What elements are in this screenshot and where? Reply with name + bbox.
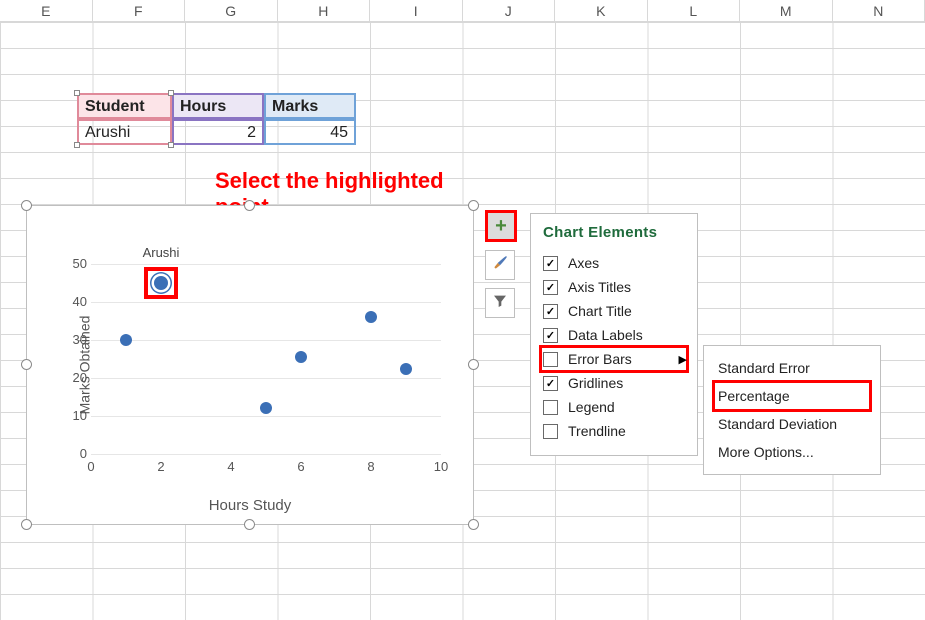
range-handle[interactable] [74, 90, 80, 96]
resize-handle[interactable] [244, 519, 255, 530]
chart-element-item[interactable]: Chart Title [543, 299, 687, 323]
chart-elements-button[interactable]: + [485, 210, 517, 242]
y-tick-label: 40 [61, 294, 87, 309]
cell-marks-header[interactable]: Marks [264, 93, 356, 119]
annotation-line1: Select the highlighted [215, 168, 444, 194]
gridline [91, 340, 441, 341]
x-tick-label: 8 [367, 459, 374, 474]
y-tick-label: 0 [61, 446, 87, 461]
checkbox[interactable] [543, 400, 558, 415]
chart-flyout-buttons: + [485, 210, 517, 326]
column-header-row: E F G H I J K L M N [0, 0, 925, 22]
submenu-arrow-icon[interactable]: ▶ [679, 353, 687, 366]
chart-element-item[interactable]: Axes [543, 251, 687, 275]
checkbox[interactable] [543, 424, 558, 439]
chart-object[interactable]: Marks Obtained Hours Study Arushi 010203… [26, 205, 474, 525]
gridline [91, 454, 441, 455]
col-header[interactable]: G [185, 0, 278, 22]
y-tick-label: 30 [61, 332, 87, 347]
data-point-selected[interactable] [154, 276, 168, 290]
range-handle[interactable] [168, 90, 174, 96]
item-label: Data Labels [568, 327, 643, 343]
x-tick-label: 6 [297, 459, 304, 474]
chart-element-item[interactable]: Gridlines [543, 371, 687, 395]
panel-title: Chart Elements [543, 224, 687, 241]
brush-icon [491, 254, 509, 277]
col-header[interactable]: F [93, 0, 186, 22]
resize-handle[interactable] [244, 200, 255, 211]
checkbox[interactable] [543, 304, 558, 319]
range-handle[interactable] [74, 142, 80, 148]
data-point[interactable] [400, 363, 412, 375]
resize-handle[interactable] [21, 519, 32, 530]
x-tick-label: 4 [227, 459, 234, 474]
data-point[interactable] [365, 311, 377, 323]
gridline [91, 416, 441, 417]
checkbox[interactable] [543, 376, 558, 391]
cell-marks-value[interactable]: 45 [264, 119, 356, 145]
submenu-item[interactable]: Percentage [714, 382, 870, 410]
chart-styles-button[interactable] [485, 250, 515, 280]
col-header[interactable]: N [833, 0, 925, 22]
resize-handle[interactable] [468, 200, 479, 211]
col-header[interactable]: E [0, 0, 93, 22]
y-tick-label: 10 [61, 408, 87, 423]
col-header[interactable]: M [740, 0, 833, 22]
funnel-icon [492, 293, 508, 314]
cell-hours-header[interactable]: Hours [172, 93, 264, 119]
gridline [91, 264, 441, 265]
checkbox[interactable] [543, 280, 558, 295]
cell-student-value[interactable]: Arushi [77, 119, 172, 145]
col-header[interactable]: I [370, 0, 463, 22]
x-tick-label: 0 [87, 459, 94, 474]
y-tick-label: 20 [61, 370, 87, 385]
checkbox[interactable] [543, 352, 558, 367]
plot-area[interactable]: Arushi 010203040500246810 [91, 264, 441, 454]
y-axis-title[interactable]: Marks Obtained [76, 316, 92, 415]
item-label: Legend [568, 399, 615, 415]
cell-student-header[interactable]: Student [77, 93, 172, 119]
data-label[interactable]: Arushi [143, 245, 180, 260]
checkbox[interactable] [543, 256, 558, 271]
range-handle[interactable] [168, 142, 174, 148]
chart-element-item[interactable]: Data Labels [543, 323, 687, 347]
resize-handle[interactable] [468, 519, 479, 530]
chart-element-item[interactable]: Trendline [543, 419, 687, 443]
item-label: Trendline [568, 423, 626, 439]
submenu-item[interactable]: Standard Deviation [714, 410, 870, 438]
col-header[interactable]: H [278, 0, 371, 22]
x-tick-label: 2 [157, 459, 164, 474]
col-header[interactable]: L [648, 0, 741, 22]
item-label: Axis Titles [568, 279, 631, 295]
chart-elements-panel: Chart Elements Axes Axis Titles Chart Titl… [530, 213, 698, 456]
x-axis-title[interactable]: Hours Study [39, 497, 461, 514]
error-bars-submenu: Standard ErrorPercentageStandard Deviati… [703, 345, 881, 475]
checkbox[interactable] [543, 328, 558, 343]
plus-icon: + [495, 216, 507, 236]
item-label: Axes [568, 255, 599, 271]
resize-handle[interactable] [468, 359, 479, 370]
col-header[interactable]: K [555, 0, 648, 22]
y-tick-label: 50 [61, 256, 87, 271]
gridline [91, 302, 441, 303]
cell-hours-value[interactable]: 2 [172, 119, 264, 145]
resize-handle[interactable] [21, 200, 32, 211]
col-header[interactable]: J [463, 0, 556, 22]
data-point[interactable] [120, 334, 132, 346]
resize-handle[interactable] [21, 359, 32, 370]
chart-element-item[interactable]: Error Bars ▶ [541, 347, 687, 371]
data-point[interactable] [260, 402, 272, 414]
item-label: Chart Title [568, 303, 632, 319]
submenu-item[interactable]: More Options... [714, 438, 870, 466]
chart-filters-button[interactable] [485, 288, 515, 318]
item-label: Gridlines [568, 375, 623, 391]
gridline [91, 378, 441, 379]
chart-element-item[interactable]: Legend [543, 395, 687, 419]
data-point[interactable] [295, 351, 307, 363]
item-label: Error Bars [568, 351, 632, 367]
x-tick-label: 10 [434, 459, 448, 474]
chart-element-item[interactable]: Axis Titles [543, 275, 687, 299]
submenu-item[interactable]: Standard Error [714, 354, 870, 382]
